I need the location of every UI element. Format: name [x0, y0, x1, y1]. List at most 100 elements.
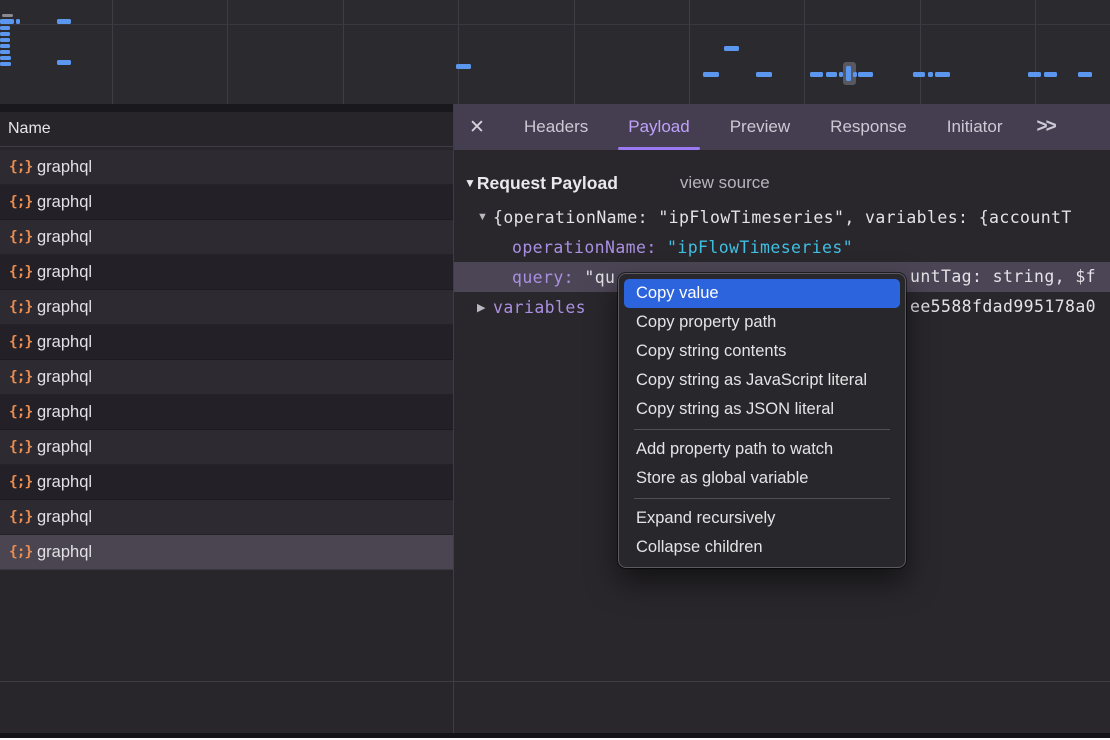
menu-separator [634, 498, 890, 499]
panel-splitter [0, 104, 454, 112]
root-object-preview: {operationName: "ipFlowTimeseries", vari… [493, 208, 1072, 227]
menu-item-expand-recursively[interactable]: Expand recursively [624, 504, 900, 533]
waterfall-request-bar [839, 72, 843, 77]
waterfall-request-bar [0, 32, 10, 36]
request-row[interactable]: {;}graphql [0, 255, 453, 290]
property-value-left-fragment: "qu [584, 268, 615, 287]
json-braces-icon: {;} [9, 369, 29, 385]
view-source-link[interactable]: view source [680, 173, 770, 193]
waterfall-request-bar [16, 19, 20, 24]
tab-payload[interactable]: Payload [612, 104, 705, 150]
waterfall-request-bar [0, 19, 14, 24]
request-payload-section-header[interactable]: ▼ Request Payload view source [454, 168, 1110, 198]
json-braces-icon: {;} [9, 299, 29, 315]
request-row[interactable]: {;} graphql [0, 290, 453, 325]
menu-item-copy-string-as-json-literal[interactable]: Copy string as JSON literal [624, 395, 900, 424]
request-row[interactable]: {;}graphql [0, 395, 453, 430]
timeline-gridline [112, 0, 113, 104]
request-row[interactable]: {;} graphql [0, 325, 453, 360]
request-rows: {;} graphql {;} graphql {;} graphql {;} graphql… [0, 150, 453, 570]
tab-response[interactable]: Response [814, 104, 923, 150]
waterfall-request-bar [456, 64, 471, 69]
json-braces-icon: {;} [9, 474, 29, 490]
waterfall-request-bar [853, 72, 857, 77]
tab-headers[interactable]: Headers [508, 104, 604, 150]
json-braces-icon: {;} [9, 509, 29, 525]
json-braces-icon: {;} [9, 159, 29, 175]
waterfall-request-bar [724, 46, 739, 51]
more-tabs-chevron-icon[interactable]: >> [1026, 116, 1064, 138]
close-panel-icon[interactable]: ✕ [454, 116, 500, 139]
waterfall-request-bar [57, 19, 71, 24]
timeline-gridline [458, 0, 459, 104]
waterfall-request-bar [0, 50, 10, 54]
timeline-gridline [804, 0, 805, 104]
waterfall-request-bar [1028, 72, 1041, 77]
waterfall-request-bar [1078, 72, 1092, 77]
request-row[interactable]: {;} graphql [0, 535, 453, 570]
request-name: graphql [37, 333, 92, 352]
menu-item-copy-string-as-javascript-literal[interactable]: Copy string as JavaScript literal [624, 366, 900, 395]
timeline-gridline [574, 0, 575, 104]
tab-initiator[interactable]: Initiator [931, 104, 1019, 150]
menu-item-collapse-children[interactable]: Collapse children [624, 533, 900, 562]
waterfall-request-bar [57, 60, 71, 65]
timeline-gridline [1035, 0, 1036, 104]
request-row[interactable]: {;} graphql [0, 185, 453, 220]
property-value-string: "ipFlowTimeseries" [667, 238, 853, 257]
waterfall-request-bar [0, 44, 10, 48]
waterfall-request-bar [935, 72, 950, 77]
section-collapse-icon[interactable]: ▼ [464, 176, 476, 190]
waterfall-request-bar [703, 72, 719, 77]
request-row[interactable]: {;}graphql [0, 465, 453, 500]
name-column-header[interactable]: Name [0, 112, 453, 147]
json-braces-icon: {;} [9, 544, 29, 560]
waterfall-request-bar [928, 72, 933, 77]
menu-item-copy-value[interactable]: Copy value [624, 279, 900, 308]
request-name: graphql [37, 298, 92, 317]
context-menu: Copy valueCopy property pathCopy string … [618, 273, 906, 568]
payload-root-row[interactable]: ▼ {operationName: "ipFlowTimeseries", va… [454, 202, 1110, 232]
request-name: graphql [37, 438, 92, 457]
json-braces-icon: {;} [9, 439, 29, 455]
payload-row-operationName[interactable]: operationName: "ipFlowTimeseries" [454, 232, 1110, 262]
request-name: graphql [37, 368, 92, 387]
timeline-gridline [689, 0, 690, 104]
json-braces-icon: {;} [9, 334, 29, 350]
waterfall-request-bar [756, 72, 772, 77]
request-name: graphql [37, 543, 92, 562]
property-key: operationName: [512, 238, 657, 257]
timeline-gridline [920, 0, 921, 104]
waterfall-request-bar [858, 72, 873, 77]
section-title: Request Payload [477, 173, 618, 194]
timeline-lane-divider [0, 24, 1110, 25]
menu-item-store-as-global-variable[interactable]: Store as global variable [624, 464, 900, 493]
waterfall-request-bar [1044, 72, 1057, 77]
json-braces-icon: {;} [9, 194, 29, 210]
request-name: graphql [37, 193, 92, 212]
request-name: graphql [37, 228, 92, 247]
waterfall-request-bar [0, 62, 11, 66]
menu-item-add-property-path-to-watch[interactable]: Add property path to watch [624, 435, 900, 464]
menu-separator [634, 429, 890, 430]
request-row[interactable]: {;} graphql [0, 500, 453, 535]
menu-item-copy-property-path[interactable]: Copy property path [624, 308, 900, 337]
menu-item-copy-string-contents[interactable]: Copy string contents [624, 337, 900, 366]
request-name: graphql [37, 508, 92, 527]
waterfall-request-bar [0, 56, 11, 60]
request-row[interactable]: {;}graphql [0, 150, 453, 185]
detail-tabbar: ✕ HeadersPayloadPreviewResponseInitiator >… [454, 104, 1110, 150]
property-key: variables [493, 298, 586, 317]
status-bar-divider [0, 681, 1110, 682]
request-row[interactable]: {;}graphql [0, 220, 453, 255]
waterfall-request-bar [0, 38, 10, 42]
expander-closed-icon[interactable]: ▶ [477, 301, 493, 314]
request-row[interactable]: {;} graphql [0, 360, 453, 395]
json-braces-icon: {;} [9, 404, 29, 420]
request-row[interactable]: {;} graphql [0, 430, 453, 465]
property-value-right-fragment: ee5588fdad995178a0 [910, 292, 1096, 322]
network-overview-timeline[interactable] [0, 0, 1110, 105]
json-braces-icon: {;} [9, 264, 29, 280]
expander-open-icon[interactable]: ▼ [477, 211, 493, 223]
tab-preview[interactable]: Preview [714, 104, 806, 150]
